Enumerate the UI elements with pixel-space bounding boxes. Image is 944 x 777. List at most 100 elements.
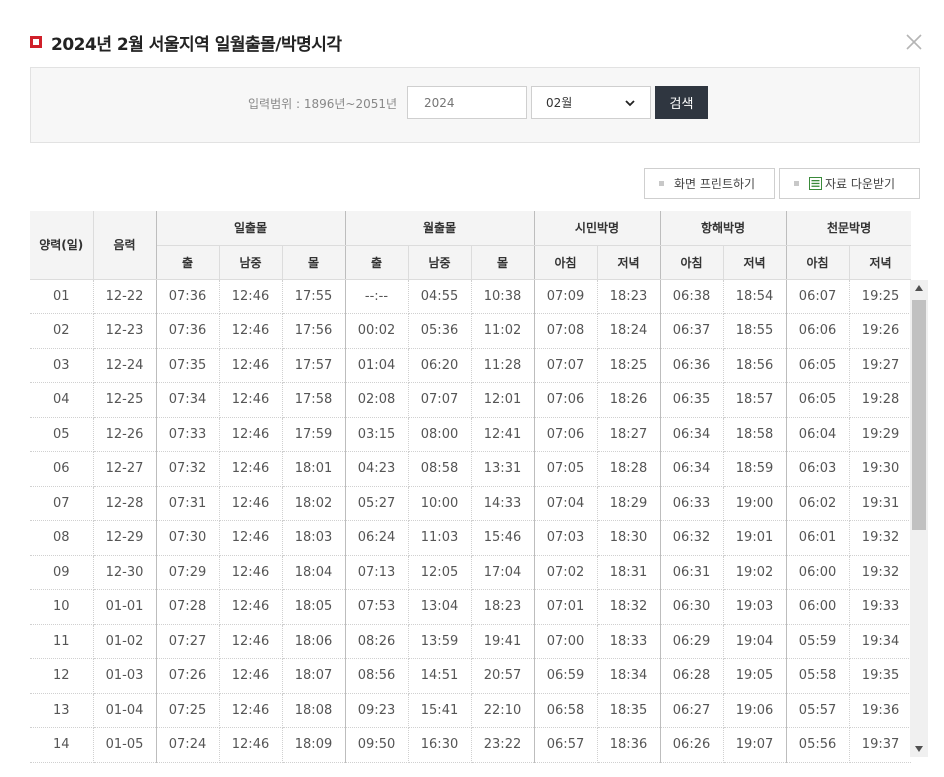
cell-lunar-date: 01-03	[93, 658, 157, 694]
square-bullet-icon	[794, 181, 799, 186]
cell-nautical-evening: 18:54	[723, 279, 787, 314]
table-row: 14 01-05 07:24 12:46 18:09 09:50 16:30 23:22 06:…	[30, 727, 911, 763]
header-sun: 일출몰	[156, 211, 346, 246]
cell-civil-morning: 07:01	[534, 589, 598, 625]
cell-civil-evening: 18:33	[597, 624, 661, 659]
cell-civil-morning: 07:08	[534, 313, 598, 349]
cell-civil-morning: 07:05	[534, 451, 598, 487]
cell-astro-morning: 06:00	[786, 555, 850, 590]
cell-solar-day: 02	[30, 313, 94, 349]
cell-moonrise: 07:53	[345, 589, 409, 625]
cell-solar-day: 11	[30, 624, 94, 659]
header-civil-twilight: 시민박명	[534, 211, 661, 246]
subheader-astro-evening: 저녁	[849, 245, 911, 280]
year-input[interactable]	[407, 86, 527, 119]
cell-lunar-date: 01-04	[93, 693, 157, 728]
scroll-up-button[interactable]	[910, 280, 928, 296]
header-solar-day: 양력(일)	[30, 211, 94, 280]
cell-moon-transit: 08:00	[408, 417, 472, 452]
cell-astro-evening: 19:29	[849, 417, 911, 452]
cell-nautical-evening: 18:56	[723, 348, 787, 383]
print-button[interactable]: 화면 프린트하기	[644, 168, 775, 199]
table-scrollbar[interactable]	[910, 280, 928, 757]
month-select[interactable]: 02월	[531, 86, 651, 119]
subheader-civil-evening: 저녁	[597, 245, 661, 280]
cell-civil-evening: 18:26	[597, 382, 661, 418]
cell-civil-evening: 18:29	[597, 486, 661, 521]
table-row: 04 12-25 07:34 12:46 17:58 02:08 07:07 12:01 07:…	[30, 382, 911, 418]
chevron-down-icon	[625, 100, 635, 107]
header-lunar-date: 음력	[93, 211, 157, 280]
cell-moon-transit: 06:20	[408, 348, 472, 383]
cell-sunrise: 07:34	[156, 382, 220, 418]
subheader-civil-morning: 아침	[534, 245, 598, 280]
cell-moonset: 14:33	[471, 486, 535, 521]
scroll-down-button[interactable]	[910, 741, 928, 757]
download-button[interactable]: 자료 다운받기	[779, 168, 920, 199]
cell-sunrise: 07:24	[156, 727, 220, 763]
cell-astro-morning: 06:02	[786, 486, 850, 521]
print-button-label: 화면 프린트하기	[674, 177, 756, 191]
cell-sunset: 17:58	[282, 382, 346, 418]
cell-moon-transit: 13:04	[408, 589, 472, 625]
month-select-value: 02월	[546, 96, 573, 110]
cell-nautical-evening: 19:07	[723, 727, 787, 763]
table-row: 08 12-29 07:30 12:46 18:03 06:24 11:03 15:46 07:…	[30, 520, 911, 556]
cell-civil-evening: 18:24	[597, 313, 661, 349]
cell-moonrise: 06:24	[345, 520, 409, 556]
cell-moonset: 15:46	[471, 520, 535, 556]
cell-solar-day: 09	[30, 555, 94, 590]
cell-moon-transit: 15:41	[408, 693, 472, 728]
cell-astro-evening: 19:36	[849, 693, 911, 728]
cell-sun-transit: 12:46	[219, 658, 283, 694]
cell-moonrise: 07:13	[345, 555, 409, 590]
cell-solar-day: 04	[30, 382, 94, 418]
cell-nautical-morning: 06:26	[660, 727, 724, 763]
triangle-down-icon	[915, 746, 923, 752]
cell-moonset: 11:02	[471, 313, 535, 349]
cell-astro-morning: 06:03	[786, 451, 850, 487]
cell-sun-transit: 12:46	[219, 520, 283, 556]
cell-astro-evening: 19:33	[849, 589, 911, 625]
cell-moonset: 17:04	[471, 555, 535, 590]
table-row: 10 01-01 07:28 12:46 18:05 07:53 13:04 18:23 07:…	[30, 589, 911, 625]
cell-civil-morning: 07:04	[534, 486, 598, 521]
square-bullet-icon	[659, 181, 664, 186]
cell-sun-transit: 12:46	[219, 417, 283, 452]
cell-astro-morning: 05:57	[786, 693, 850, 728]
cell-nautical-morning: 06:33	[660, 486, 724, 521]
cell-solar-day: 13	[30, 693, 94, 728]
table-row: 12 01-03 07:26 12:46 18:07 08:56 14:51 20:57 06:…	[30, 658, 911, 694]
cell-solar-day: 14	[30, 727, 94, 763]
cell-astro-evening: 19:34	[849, 624, 911, 659]
cell-solar-day: 10	[30, 589, 94, 625]
cell-astro-evening: 19:32	[849, 520, 911, 556]
scrollbar-thumb[interactable]	[912, 300, 926, 530]
cell-astro-morning: 06:04	[786, 417, 850, 452]
cell-sunrise: 07:35	[156, 348, 220, 383]
table-row: 02 12-23 07:36 12:46 17:56 00:02 05:36 11:02 07:…	[30, 313, 911, 349]
cell-nautical-evening: 18:59	[723, 451, 787, 487]
cell-moonset: 20:57	[471, 658, 535, 694]
cell-civil-evening: 18:25	[597, 348, 661, 383]
cell-lunar-date: 12-22	[93, 279, 157, 314]
cell-civil-evening: 18:34	[597, 658, 661, 694]
cell-lunar-date: 12-28	[93, 486, 157, 521]
cell-moonrise: 09:50	[345, 727, 409, 763]
cell-lunar-date: 12-25	[93, 382, 157, 418]
cell-solar-day: 07	[30, 486, 94, 521]
cell-astro-morning: 06:05	[786, 348, 850, 383]
search-button[interactable]: 검색	[655, 86, 708, 119]
cell-sun-transit: 12:46	[219, 313, 283, 349]
cell-moonset: 12:01	[471, 382, 535, 418]
table-row: 06 12-27 07:32 12:46 18:01 04:23 08:58 13:31 07:…	[30, 451, 911, 487]
cell-sunset: 18:04	[282, 555, 346, 590]
close-button[interactable]	[904, 32, 924, 52]
table-row: 13 01-04 07:25 12:46 18:08 09:23 15:41 22:10 06:…	[30, 693, 911, 728]
cell-sunset: 18:09	[282, 727, 346, 763]
cell-moon-transit: 16:30	[408, 727, 472, 763]
cell-moonrise: 04:23	[345, 451, 409, 487]
cell-civil-evening: 18:31	[597, 555, 661, 590]
cell-sun-transit: 12:46	[219, 348, 283, 383]
cell-lunar-date: 01-01	[93, 589, 157, 625]
